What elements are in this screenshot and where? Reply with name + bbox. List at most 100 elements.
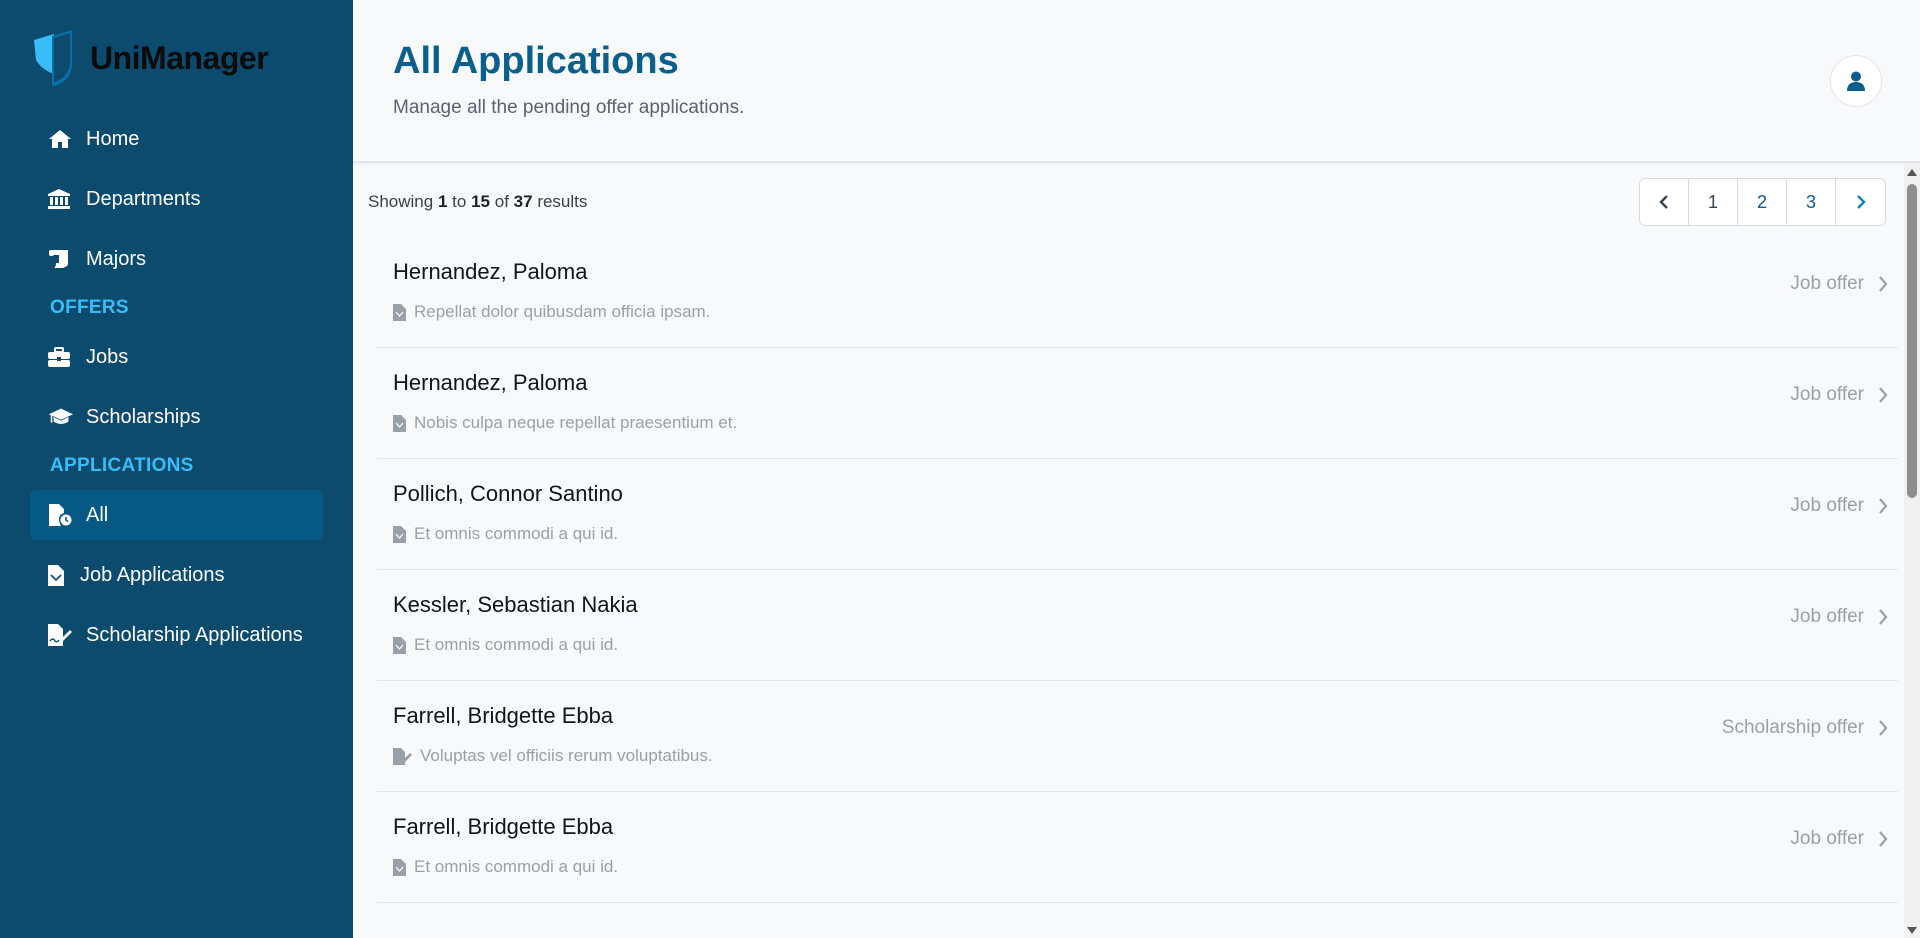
list-item[interactable]: Pollich, Connor Santino Et omnis commodi… xyxy=(377,459,1898,570)
scrollbar[interactable] xyxy=(1904,165,1920,938)
sidebar-item-job-applications[interactable]: Job Applications xyxy=(30,550,323,600)
offer-type-label: Job offer xyxy=(1790,273,1864,294)
page-button-2[interactable]: 2 xyxy=(1738,179,1787,225)
page-button-1[interactable]: 1 xyxy=(1689,179,1738,225)
offer-type-label: Job offer xyxy=(1790,384,1864,405)
page-subtitle: Manage all the pending offer application… xyxy=(393,97,745,118)
sidebar-item-all[interactable]: All xyxy=(30,490,323,540)
sidebar-item-label: Departments xyxy=(86,187,201,210)
results-from: 1 xyxy=(437,192,448,211)
sidebar-item-departments[interactable]: Departments xyxy=(30,174,323,224)
file-signature-icon xyxy=(48,624,74,646)
app-name: UniManager xyxy=(90,39,269,76)
applicant-name: Kessler, Sebastian Nakia xyxy=(393,592,638,617)
chevron-left-icon xyxy=(1659,195,1668,209)
sidebar-item-label: Scholarships xyxy=(86,405,201,428)
sidebar-item-label: Job Applications xyxy=(80,563,225,586)
file-signature-icon xyxy=(393,747,412,765)
list-item[interactable]: Kessler, Sebastian Nakia Et omnis commod… xyxy=(377,570,1898,681)
description-text: Et omnis commodi a qui id. xyxy=(414,857,619,876)
sidebar-item-label: Scholarship Applications xyxy=(86,623,303,646)
user-menu-button[interactable] xyxy=(1830,55,1882,107)
offer-type: Job offer xyxy=(1790,606,1888,628)
results-total: 37 xyxy=(513,192,533,211)
scroll-icon xyxy=(48,248,74,270)
scrollbar-thumb[interactable] xyxy=(1907,184,1917,498)
offer-type: Job offer xyxy=(1790,273,1888,295)
home-icon xyxy=(48,128,74,150)
offer-type: Job offer xyxy=(1790,495,1888,517)
results-to: 15 xyxy=(471,192,490,211)
applications-section-title: APPLICATIONS xyxy=(50,455,194,476)
file-icon xyxy=(393,414,406,432)
sidebar-item-jobs[interactable]: Jobs xyxy=(30,332,323,382)
file-icon xyxy=(393,303,406,321)
results-of-word: of xyxy=(494,192,509,211)
page-title: All Applications xyxy=(393,40,679,82)
offer-type-label: Job offer xyxy=(1790,828,1864,849)
file-icon xyxy=(393,636,406,654)
applicant-name: Pollich, Connor Santino xyxy=(393,481,623,506)
chevron-right-icon xyxy=(1879,498,1888,514)
file-icon xyxy=(393,858,406,876)
description-text: Repellat dolor quibusdam officia ipsam. xyxy=(414,302,711,321)
previous-page-button[interactable] xyxy=(1640,179,1689,225)
offer-type: Job offer xyxy=(1790,828,1888,850)
sidebar-item-label: Majors xyxy=(86,247,147,270)
application-description: Et omnis commodi a qui id. xyxy=(393,524,618,544)
application-description: Et omnis commodi a qui id. xyxy=(393,857,618,877)
description-text: Nobis culpa neque repellat praesentium e… xyxy=(414,413,738,432)
main-content: Showing 1 to 15 of 37 results 1 2 3 Hern… xyxy=(353,165,1920,938)
results-to-word: to xyxy=(452,192,467,211)
offer-type: Scholarship offer xyxy=(1722,717,1888,739)
applications-list: Hernandez, Paloma Repellat dolor quibusd… xyxy=(377,237,1898,903)
chevron-right-icon xyxy=(1879,720,1888,736)
description-text: Et omnis commodi a qui id. xyxy=(414,524,619,543)
sidebar: UniManager Home Departments Majors OFFER… xyxy=(0,0,353,938)
description-text: Voluptas vel officiis rerum voluptatibus… xyxy=(420,746,713,765)
sidebar-item-majors[interactable]: Majors xyxy=(30,234,323,284)
applicant-name: Farrell, Bridgette Ebba xyxy=(393,814,614,839)
list-item[interactable]: Hernandez, Paloma Nobis culpa neque repe… xyxy=(377,348,1898,459)
building-columns-icon xyxy=(48,188,74,210)
sidebar-nav: Home Departments Majors OFFERS Jobs Scho… xyxy=(30,114,323,670)
results-summary: Showing 1 to 15 of 37 results xyxy=(368,192,587,212)
sidebar-item-scholarships[interactable]: Scholarships xyxy=(30,392,323,442)
page-button-3[interactable]: 3 xyxy=(1787,179,1836,225)
list-item[interactable]: Farrell, Bridgette Ebba Et omnis commodi… xyxy=(377,792,1898,903)
file-clock-icon xyxy=(48,504,74,526)
offer-type: Job offer xyxy=(1790,384,1888,406)
applicant-name: Farrell, Bridgette Ebba xyxy=(393,703,614,728)
application-description: Et omnis commodi a qui id. xyxy=(393,635,618,655)
sidebar-item-scholarship-applications[interactable]: Scholarship Applications xyxy=(30,610,323,660)
file-icon xyxy=(393,525,406,543)
offer-type-label: Job offer xyxy=(1790,606,1864,627)
sidebar-item-label: Jobs xyxy=(86,345,129,368)
chevron-right-icon xyxy=(1879,609,1888,625)
results-suffix: results xyxy=(537,192,588,211)
file-icon xyxy=(48,564,68,586)
list-item[interactable]: Hernandez, Paloma Repellat dolor quibusd… xyxy=(377,237,1898,348)
briefcase-icon xyxy=(48,346,74,368)
chevron-right-icon xyxy=(1879,276,1888,292)
application-description: Voluptas vel officiis rerum voluptatibus… xyxy=(393,746,713,766)
applicant-name: Hernandez, Paloma xyxy=(393,370,588,395)
sidebar-item-home[interactable]: Home xyxy=(30,114,323,164)
offers-section-title: OFFERS xyxy=(50,297,129,318)
chevron-right-icon xyxy=(1856,195,1866,209)
chevron-right-icon xyxy=(1879,387,1888,403)
shield-logo-icon xyxy=(34,30,72,86)
logo[interactable]: UniManager xyxy=(32,30,269,86)
scroll-up-arrow-icon[interactable] xyxy=(1907,169,1917,176)
sidebar-item-label: Home xyxy=(86,127,140,150)
page-header: All Applications Manage all the pending … xyxy=(353,0,1920,163)
next-page-button[interactable] xyxy=(1836,179,1885,225)
application-description: Nobis culpa neque repellat praesentium e… xyxy=(393,413,737,433)
graduation-cap-icon xyxy=(48,406,74,428)
results-prefix: Showing xyxy=(368,192,434,211)
list-item[interactable]: Farrell, Bridgette Ebba Voluptas vel off… xyxy=(377,681,1898,792)
description-text: Et omnis commodi a qui id. xyxy=(414,635,619,654)
chevron-right-icon xyxy=(1879,831,1888,847)
sidebar-item-label: All xyxy=(86,503,109,526)
scroll-down-arrow-icon[interactable] xyxy=(1907,927,1917,934)
